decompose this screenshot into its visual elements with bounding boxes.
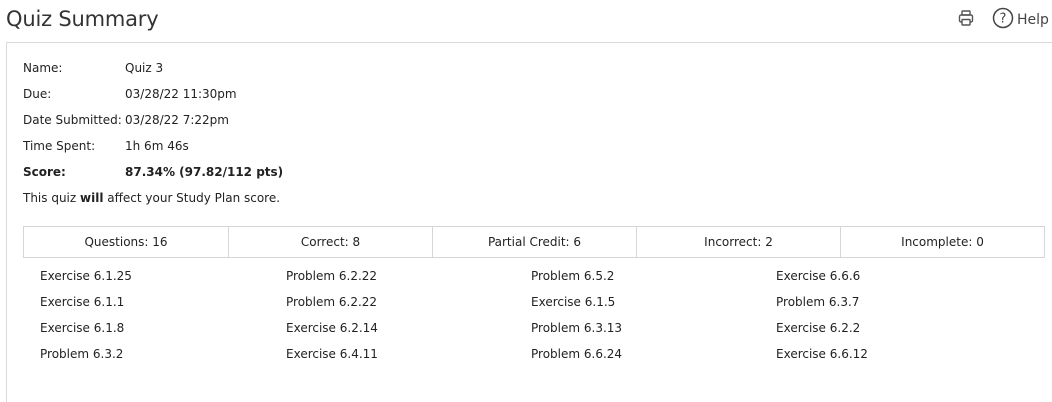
- exercise-link[interactable]: Exercise 6.1.8: [40, 320, 132, 346]
- exercise-link[interactable]: Problem 6.3.13: [531, 320, 622, 346]
- name-value: Quiz 3: [125, 61, 164, 75]
- print-button[interactable]: [955, 9, 977, 31]
- exercise-link[interactable]: Exercise 6.4.11: [286, 346, 378, 372]
- exercise-link[interactable]: Problem 6.6.24: [531, 346, 622, 372]
- printer-icon: [957, 9, 975, 31]
- exercise-link[interactable]: Problem 6.2.22: [286, 294, 378, 320]
- due-value: 03/28/22 11:30pm: [125, 87, 237, 101]
- exercise-column-4: Exercise 6.6.6 Problem 6.3.7 Exercise 6.…: [776, 268, 868, 372]
- exercise-link[interactable]: Exercise 6.6.6: [776, 268, 868, 294]
- stat-correct[interactable]: Correct: 8: [229, 227, 433, 257]
- score-value: 87.34% (97.82/112 pts): [125, 165, 284, 179]
- name-label: Name:: [23, 61, 63, 75]
- exercise-link[interactable]: Problem 6.3.2: [40, 346, 132, 372]
- time-spent-label: Time Spent:: [23, 139, 96, 153]
- stat-incorrect[interactable]: Incorrect: 2: [637, 227, 841, 257]
- score-label: Score:: [23, 165, 66, 179]
- time-spent-value: 1h 6m 46s: [125, 139, 189, 153]
- note-emphasis: will: [80, 191, 104, 205]
- help-button[interactable]: ? Help: [992, 7, 1049, 33]
- exercise-link[interactable]: Exercise 6.1.1: [40, 294, 132, 320]
- help-circle-icon: ?: [992, 7, 1014, 33]
- page-title: Quiz Summary: [6, 7, 159, 31]
- stat-partial-credit[interactable]: Partial Credit: 6: [433, 227, 637, 257]
- stats-bar: Questions: 16 Correct: 8 Partial Credit:…: [23, 226, 1045, 258]
- exercise-link[interactable]: Exercise 6.2.2: [776, 320, 868, 346]
- submitted-label: Date Submitted:: [23, 113, 122, 127]
- svg-text:?: ?: [1000, 12, 1007, 27]
- submitted-value: 03/28/22 7:22pm: [125, 113, 229, 127]
- note-prefix: This quiz: [23, 191, 81, 205]
- stat-questions[interactable]: Questions: 16: [24, 227, 229, 257]
- exercise-link[interactable]: Problem 6.5.2: [531, 268, 622, 294]
- help-label: Help: [1017, 12, 1049, 28]
- study-plan-note: This quiz will affect your Study Plan sc…: [23, 191, 280, 205]
- exercise-link[interactable]: Problem 6.3.7: [776, 294, 868, 320]
- due-label: Due:: [23, 87, 52, 101]
- page-header: Quiz Summary ? Help: [0, 0, 1052, 43]
- exercise-link[interactable]: Exercise 6.1.25: [40, 268, 132, 294]
- exercise-column-2: Problem 6.2.22 Problem 6.2.22 Exercise 6…: [286, 268, 378, 372]
- exercise-column-3: Problem 6.5.2 Exercise 6.1.5 Problem 6.3…: [531, 268, 622, 372]
- stat-incomplete[interactable]: Incomplete: 0: [841, 227, 1044, 257]
- exercise-column-1: Exercise 6.1.25 Exercise 6.1.1 Exercise …: [40, 268, 132, 372]
- exercise-link[interactable]: Exercise 6.6.12: [776, 346, 868, 372]
- exercise-link[interactable]: Exercise 6.2.14: [286, 320, 378, 346]
- exercise-link[interactable]: Exercise 6.1.5: [531, 294, 622, 320]
- note-suffix: affect your Study Plan score.: [103, 191, 281, 205]
- exercise-link[interactable]: Problem 6.2.22: [286, 268, 378, 294]
